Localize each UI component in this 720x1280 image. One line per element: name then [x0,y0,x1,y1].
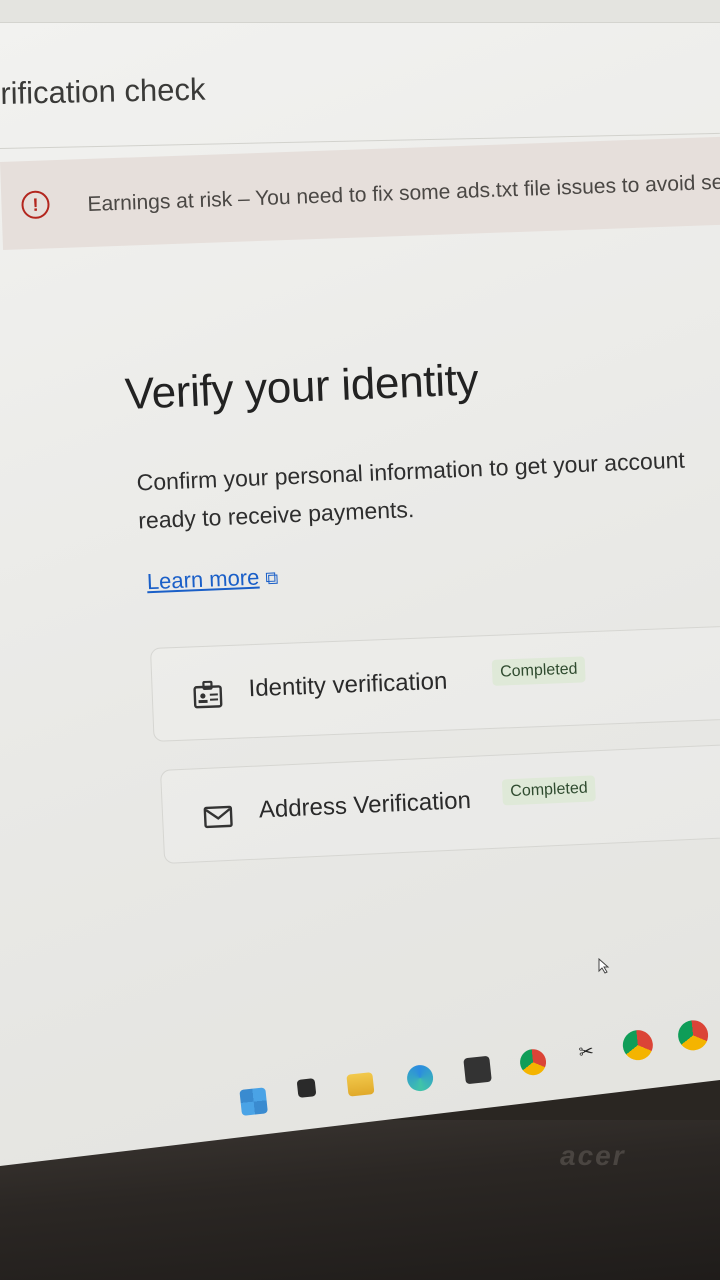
task-view-icon[interactable] [296,1078,317,1098]
chrome-icon[interactable] [518,1047,548,1077]
address-verification-card[interactable]: Address Verification Completed [160,741,720,864]
mouse-cursor-icon [598,958,610,974]
address-bar-strip [0,0,720,23]
monitor-logo: acer [560,1140,626,1171]
screen: rification check ! Earnings at risk – Yo… [0,0,720,1166]
alert-text: Earnings at risk – You need to fix some … [87,170,720,216]
id-badge-icon [193,680,223,709]
chrome-profile-2-icon[interactable] [676,1018,710,1052]
capcut-icon[interactable]: ✂ [572,1040,601,1069]
section-title: Verify your identity [124,355,480,419]
open-in-new-icon: ⧉ [264,567,279,589]
identity-verification-label: Identity verification [248,667,448,703]
learn-more-link[interactable]: Learn more ⧉ [146,564,278,595]
identity-verification-card[interactable]: Identity verification Completed [150,624,720,742]
status-badge: Completed [501,775,597,806]
address-verification-label: Address Verification [258,786,472,824]
learn-more-label: Learn more [146,564,260,595]
chrome-profile-icon[interactable] [621,1028,655,1062]
earnings-alert-banner: ! Earnings at risk – You need to fix som… [0,135,720,250]
mail-icon [203,805,233,829]
file-explorer-icon[interactable] [346,1072,375,1097]
status-badge: Completed [491,656,587,686]
verify-identity-section: Verify your identity Confirm your person… [124,343,720,596]
error-circle-icon: ! [21,190,50,220]
page-title: rification check [0,71,206,111]
store-icon[interactable] [463,1055,492,1085]
edge-icon[interactable] [405,1063,435,1093]
windows-start-icon[interactable] [239,1087,268,1116]
